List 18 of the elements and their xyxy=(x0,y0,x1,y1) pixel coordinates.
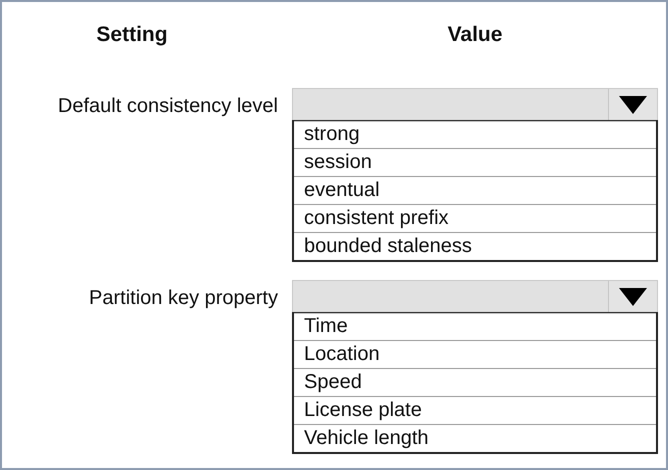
caret-icon xyxy=(619,288,647,306)
dropdown-option[interactable]: session xyxy=(294,148,656,176)
dropdown-option[interactable]: Vehicle length xyxy=(294,424,656,452)
dropdown[interactable] xyxy=(292,280,658,314)
column-header: Value xyxy=(448,23,502,48)
caret-icon xyxy=(619,96,647,114)
setting-label: Partition key property xyxy=(89,286,279,311)
dropdown[interactable] xyxy=(292,88,658,122)
dropdown-option[interactable]: consistent prefix xyxy=(294,204,656,232)
dropdown-option[interactable]: Speed xyxy=(294,368,656,396)
setting-label: Default consistency level xyxy=(58,94,279,119)
dropdown-option[interactable]: License plate xyxy=(294,396,656,424)
dropdown-option[interactable]: bounded staleness xyxy=(294,232,656,260)
dropdown-option[interactable]: strong xyxy=(294,121,656,148)
dropdown-option[interactable]: eventual xyxy=(294,176,656,204)
dropdown-option[interactable]: Time xyxy=(294,313,656,340)
column-header: Setting xyxy=(96,23,168,48)
dropdown-option[interactable]: Location xyxy=(294,340,656,368)
